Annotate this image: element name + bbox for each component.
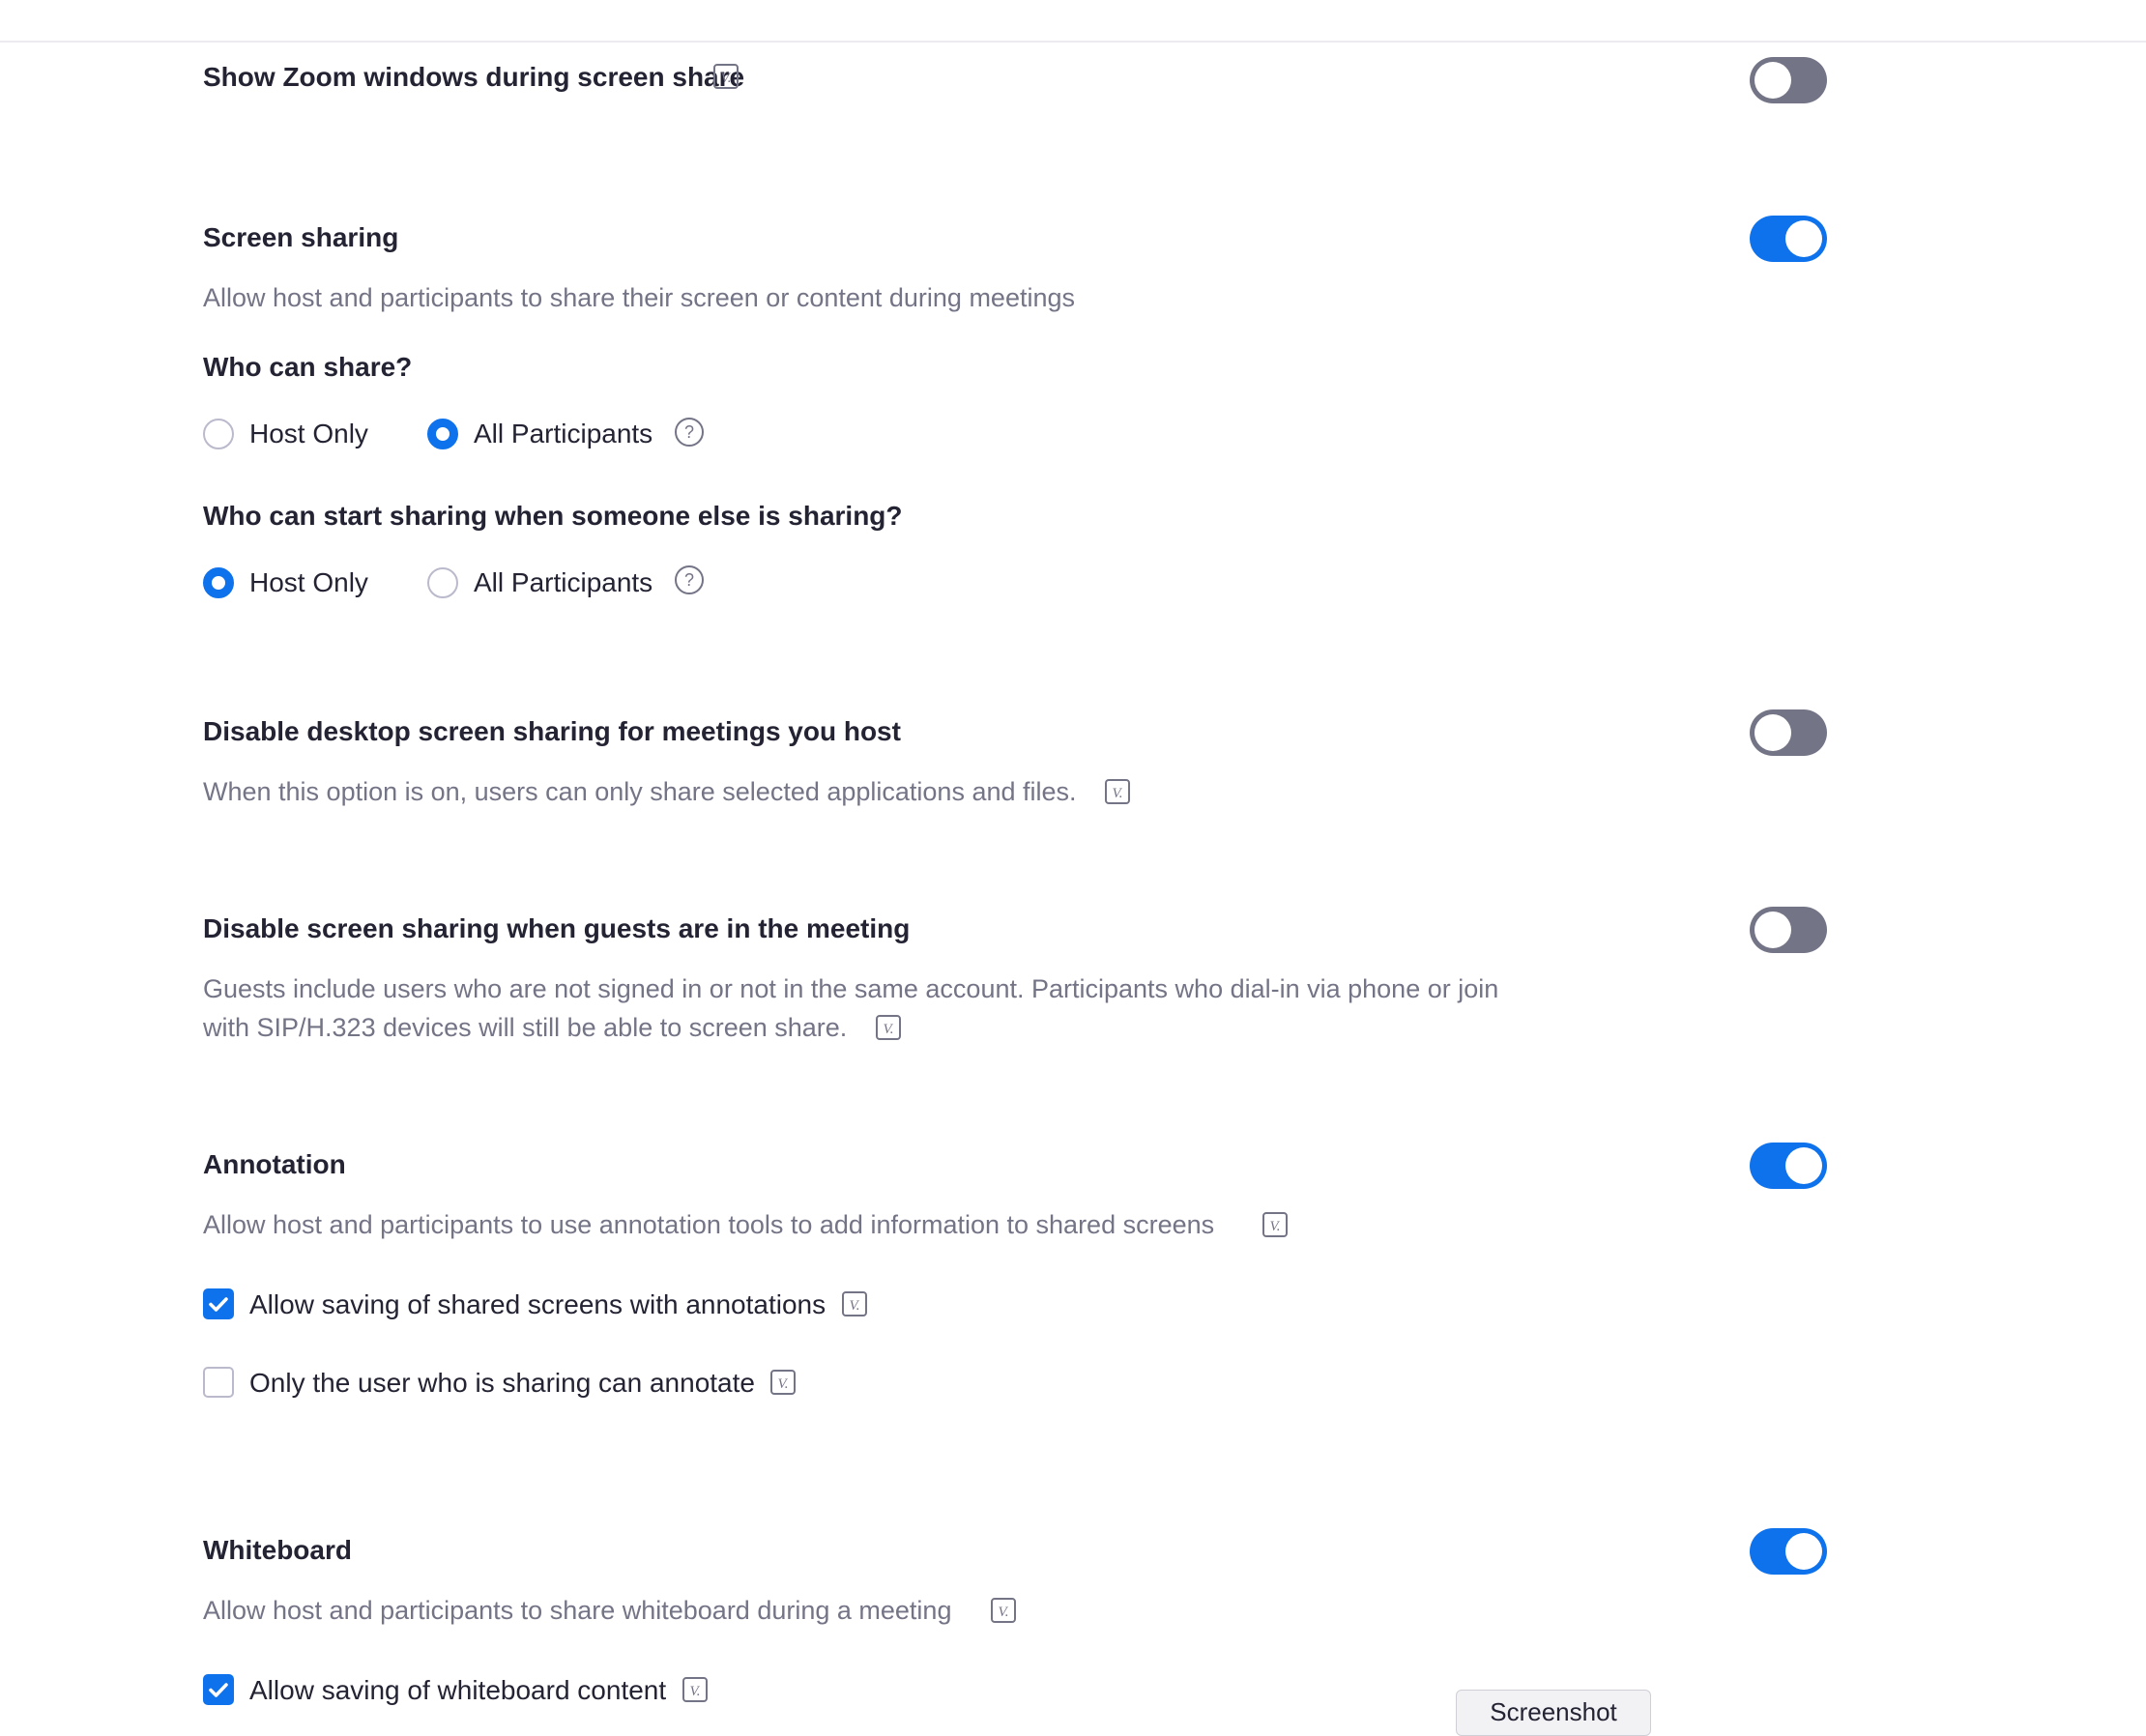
who-can-share-question: Who can share? — [203, 352, 413, 382]
toggle-knob — [1785, 1147, 1822, 1184]
version-icon[interactable]: V. — [770, 1370, 796, 1395]
version-icon[interactable]: V. — [842, 1291, 867, 1316]
disable-desktop-sharing-title: Disable desktop screen sharing for meeti… — [203, 716, 901, 746]
svg-text:V.: V. — [850, 1298, 860, 1314]
who-can-share-all-participants-radio[interactable] — [427, 419, 458, 449]
toggle-knob — [1785, 220, 1822, 257]
svg-text:V.: V. — [690, 1684, 701, 1699]
svg-text:V.: V. — [721, 71, 732, 86]
who-can-start-host-only-label[interactable]: Host Only — [249, 567, 368, 598]
who-can-share-all-participants-label[interactable]: All Participants — [474, 419, 652, 449]
show-zoom-windows-toggle[interactable] — [1750, 57, 1827, 103]
screenshot-overlay-tab[interactable]: Screenshot — [1456, 1690, 1651, 1736]
top-divider — [0, 41, 2146, 43]
annotation-description: Allow host and participants to use annot… — [203, 1210, 1215, 1239]
version-icon[interactable]: V. — [1105, 779, 1130, 804]
toggle-knob — [1785, 1533, 1822, 1570]
who-can-share-host-only-label[interactable]: Host Only — [249, 419, 368, 449]
screen-sharing-title: Screen sharing — [203, 222, 399, 252]
svg-text:V.: V. — [1113, 786, 1123, 801]
svg-text:?: ? — [684, 570, 694, 590]
whiteboard-description: Allow host and participants to share whi… — [203, 1596, 952, 1625]
toggle-knob — [1754, 714, 1791, 751]
who-can-start-all-participants-label[interactable]: All Participants — [474, 567, 652, 598]
allow-saving-annotations-label[interactable]: Allow saving of shared screens with anno… — [249, 1289, 826, 1320]
disable-desktop-sharing-description: When this option is on, users can only s… — [203, 772, 1077, 811]
svg-text:V.: V. — [999, 1605, 1009, 1620]
show-zoom-windows-title: Show Zoom windows during screen share — [203, 62, 745, 92]
svg-text:V.: V. — [1270, 1219, 1281, 1234]
disable-sharing-guests-description-line1: Guests include users who are not signed … — [203, 974, 1499, 1003]
checkmark-icon — [209, 1683, 228, 1697]
toggle-knob — [1754, 62, 1791, 99]
svg-text:?: ? — [684, 422, 694, 442]
only-sharer-annotate-checkbox[interactable] — [203, 1367, 234, 1398]
allow-saving-annotations-checkbox[interactable] — [203, 1288, 234, 1319]
who-can-share-host-only-radio[interactable] — [203, 419, 234, 449]
version-icon[interactable]: V. — [682, 1677, 708, 1702]
only-sharer-annotate-label[interactable]: Only the user who is sharing can annotat… — [249, 1368, 755, 1399]
help-icon[interactable]: ? — [674, 417, 705, 448]
svg-text:V.: V. — [884, 1022, 894, 1037]
who-can-start-question: Who can start sharing when someone else … — [203, 501, 903, 531]
annotation-title: Annotation — [203, 1149, 346, 1179]
screen-sharing-toggle[interactable] — [1750, 216, 1827, 262]
version-icon[interactable]: V. — [713, 64, 739, 89]
disable-desktop-sharing-description-text: When this option is on, users can only s… — [203, 777, 1077, 806]
allow-saving-whiteboard-label[interactable]: Allow saving of whiteboard content — [249, 1675, 666, 1706]
checkmark-icon — [209, 1297, 228, 1312]
disable-sharing-guests-toggle[interactable] — [1750, 907, 1827, 953]
version-icon[interactable]: V. — [876, 1015, 901, 1040]
whiteboard-toggle[interactable] — [1750, 1528, 1827, 1575]
annotation-toggle[interactable] — [1750, 1143, 1827, 1189]
allow-saving-whiteboard-checkbox[interactable] — [203, 1674, 234, 1705]
screen-sharing-description: Allow host and participants to share the… — [203, 283, 1075, 312]
svg-text:V.: V. — [778, 1376, 789, 1392]
version-icon[interactable]: V. — [1262, 1212, 1288, 1237]
whiteboard-title: Whiteboard — [203, 1535, 352, 1565]
disable-sharing-guests-title: Disable screen sharing when guests are i… — [203, 913, 911, 943]
version-icon[interactable]: V. — [991, 1598, 1016, 1623]
help-icon[interactable]: ? — [674, 564, 705, 595]
disable-desktop-sharing-toggle[interactable] — [1750, 709, 1827, 756]
toggle-knob — [1754, 911, 1791, 948]
who-can-start-all-participants-radio[interactable] — [427, 567, 458, 598]
disable-sharing-guests-description-line2: with SIP/H.323 devices will still be abl… — [203, 1013, 848, 1042]
who-can-start-host-only-radio[interactable] — [203, 567, 234, 598]
